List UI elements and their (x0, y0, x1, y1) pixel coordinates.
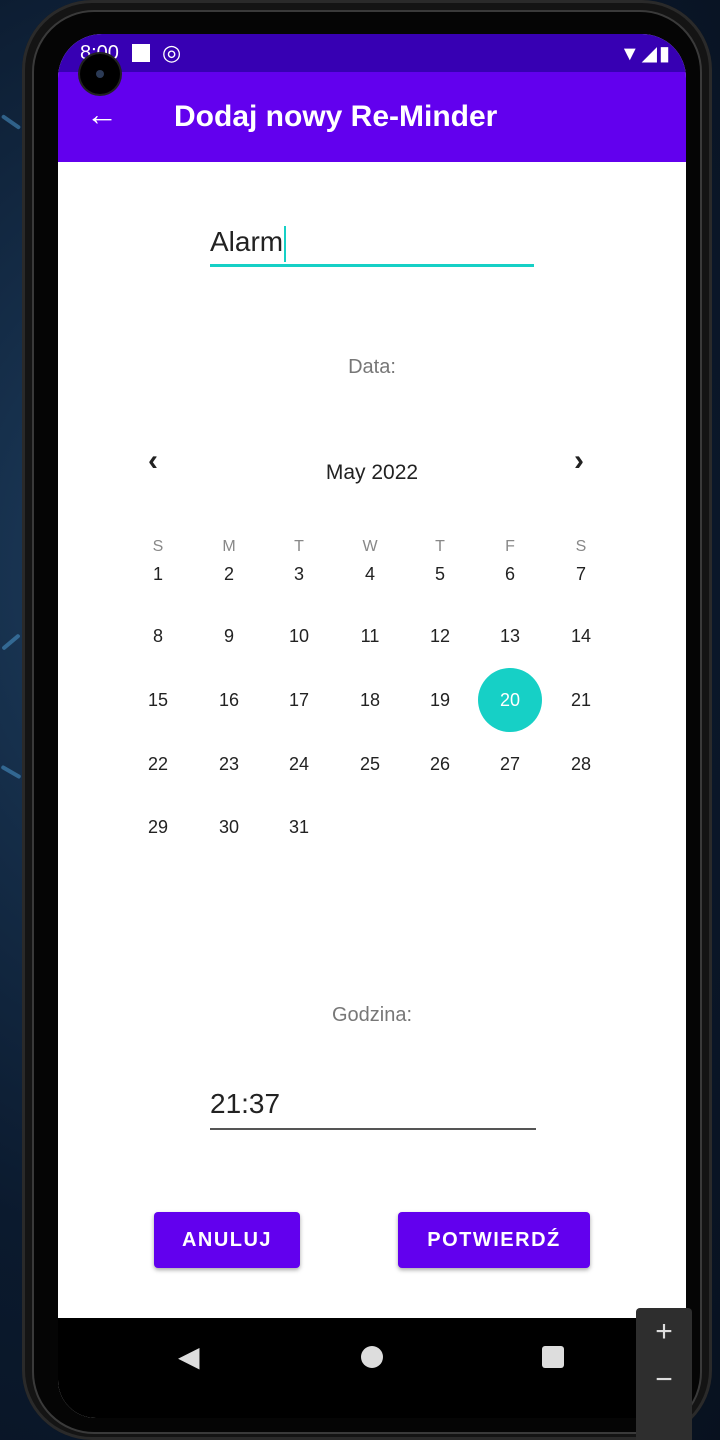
calendar-day[interactable]: 28 (549, 732, 613, 796)
calendar-day[interactable]: 11 (338, 604, 402, 668)
calendar-day[interactable]: 24 (267, 732, 331, 796)
system-navigation-bar: ◀ (58, 1318, 686, 1418)
nav-recents-icon[interactable] (542, 1346, 564, 1368)
calendar-day[interactable]: 10 (267, 604, 331, 668)
zoom-out-button[interactable]: − (636, 1356, 692, 1404)
reminder-title-input[interactable]: Alarm (210, 220, 534, 267)
text-cursor (284, 225, 287, 262)
calendar-day[interactable]: 26 (408, 732, 472, 796)
reminder-title-value: Alarm (210, 226, 284, 257)
calendar-day-selected[interactable]: 20 (478, 668, 542, 732)
time-input[interactable]: 21:37 (210, 1084, 536, 1130)
calendar-day[interactable]: 18 (338, 668, 402, 732)
nav-back-icon[interactable]: ◀ (178, 1340, 200, 1373)
sync-icon: ◎ (162, 40, 182, 65)
front-camera (80, 54, 120, 94)
calendar-day[interactable]: 17 (267, 668, 331, 732)
nav-home-icon[interactable] (361, 1346, 383, 1368)
next-month-chevron-icon[interactable]: › (574, 444, 584, 478)
calendar-day[interactable]: 13 (478, 604, 542, 668)
app-bar: ← Dodaj nowy Re-Minder (58, 72, 686, 162)
page-title: Dodaj nowy Re-Minder (174, 100, 498, 133)
calendar-day[interactable]: 31 (267, 795, 331, 859)
app-screen: 8:00 ◎ ▼◢▮ ← Dodaj nowy Re-Minder Alarm … (58, 34, 686, 1418)
calendar-day[interactable]: 15 (126, 668, 190, 732)
calendar-day[interactable]: 6 (478, 542, 542, 606)
signal-battery-icons: ▼◢▮ (619, 43, 672, 65)
cancel-button[interactable]: ANULUJ (154, 1212, 300, 1268)
calendar-day[interactable]: 8 (126, 604, 190, 668)
calendar-day[interactable]: 21 (549, 668, 613, 732)
calendar-day[interactable]: 12 (408, 604, 472, 668)
status-bar: 8:00 ◎ ▼◢▮ (58, 34, 686, 72)
time-value: 21:37 (210, 1088, 281, 1119)
time-label: Godzina: (331, 1004, 413, 1026)
zoom-in-button[interactable]: + (636, 1308, 692, 1356)
notification-icon (132, 44, 150, 62)
calendar-month-title: May 2022 (325, 461, 419, 484)
calendar-day[interactable]: 23 (197, 732, 261, 796)
calendar-day[interactable]: 25 (338, 732, 402, 796)
background-decoration (1, 633, 21, 651)
calendar-day[interactable]: 9 (197, 604, 261, 668)
calendar-day[interactable]: 27 (478, 732, 542, 796)
calendar-day[interactable]: 22 (126, 732, 190, 796)
calendar-day[interactable]: 19 (408, 668, 472, 732)
back-arrow-icon[interactable]: ← (86, 94, 118, 134)
calendar-day[interactable]: 7 (549, 542, 613, 606)
calendar-day[interactable]: 16 (197, 668, 261, 732)
calendar-day[interactable]: 5 (408, 542, 472, 606)
emulator-zoom-panel: + − (636, 1308, 692, 1440)
confirm-button[interactable]: POTWIERDŹ (398, 1212, 590, 1268)
calendar-day[interactable]: 1 (126, 542, 190, 606)
calendar-day[interactable]: 3 (267, 542, 331, 606)
calendar-day[interactable]: 2 (197, 542, 261, 606)
calendar-day[interactable]: 29 (126, 795, 190, 859)
date-label: Data: (348, 356, 396, 378)
calendar-day[interactable]: 30 (197, 795, 261, 859)
calendar-day[interactable]: 4 (338, 542, 402, 606)
calendar-day[interactable]: 14 (549, 604, 613, 668)
background-decoration (0, 764, 22, 780)
background-decoration (0, 114, 22, 130)
